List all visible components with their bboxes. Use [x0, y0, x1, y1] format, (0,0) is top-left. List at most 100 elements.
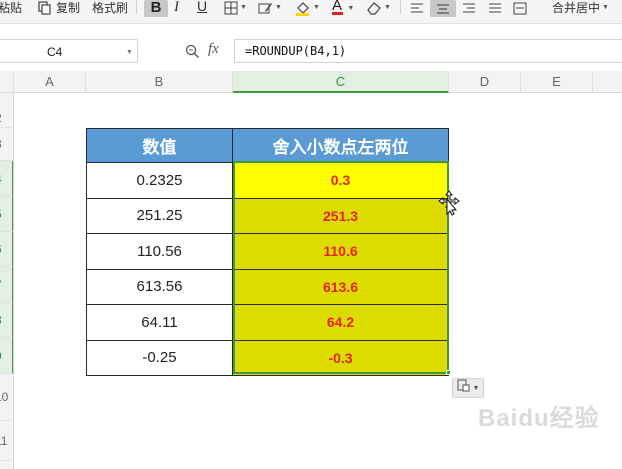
- row-header[interactable]: 10: [0, 374, 13, 421]
- chevron-down-icon: ▼: [313, 4, 320, 11]
- column-header-c[interactable]: C: [233, 71, 449, 93]
- result-cell[interactable]: -0.3: [232, 339, 449, 376]
- column-header-f[interactable]: [593, 71, 622, 93]
- copy-icon: [38, 1, 52, 15]
- result-cell-active[interactable]: 0.3: [232, 162, 449, 199]
- column-header-e[interactable]: E: [521, 71, 593, 93]
- row-header-label: 2: [0, 111, 2, 125]
- row-header[interactable]: 7: [0, 267, 13, 303]
- cell-style-button[interactable]: ▼: [258, 0, 282, 16]
- result-cell[interactable]: 64.2: [232, 304, 449, 341]
- eraser-icon: [366, 1, 382, 15]
- row-header-label: 5: [0, 207, 2, 221]
- header-cell-rounded[interactable]: 舍入小数点左两位: [232, 128, 449, 163]
- chevron-down-icon: ▼: [472, 384, 480, 392]
- paste-label: 粘贴: [0, 1, 23, 15]
- justify-icon: [488, 2, 502, 14]
- zoom-icon[interactable]: [185, 44, 200, 64]
- copy-button[interactable]: 复制: [38, 0, 80, 16]
- align-right-icon: [462, 2, 476, 14]
- row-header-label: 6: [0, 242, 2, 256]
- value-cell[interactable]: 110.56: [86, 233, 233, 270]
- underline-button[interactable]: U: [197, 0, 207, 13]
- row-header[interactable]: 4: [0, 161, 13, 197]
- result-cell[interactable]: 251.3: [232, 197, 449, 234]
- chevron-down-icon: ▼: [384, 4, 391, 11]
- format-painter-button[interactable]: 格式刷: [92, 0, 128, 16]
- table-row: 251.25 251.3: [86, 197, 449, 234]
- data-table: 数值 舍入小数点左两位 0.2325 0.3 251.25 251.3 110.…: [86, 128, 449, 376]
- row-headers: 2 3 4 5 6 7 8 9 10 11: [0, 93, 14, 469]
- table-header-row: 数值 舍入小数点左两位: [86, 128, 449, 163]
- value-cell[interactable]: 64.11: [86, 304, 233, 341]
- format-painter-label: 格式刷: [92, 1, 129, 15]
- paste-button[interactable]: 粘贴: [0, 0, 22, 16]
- paste-options-button[interactable]: ▼: [452, 378, 484, 398]
- row-header[interactable]: 6: [0, 232, 13, 267]
- align-center-button[interactable]: [430, 0, 456, 17]
- column-header-b[interactable]: B: [86, 71, 233, 93]
- row-header-label: 7: [0, 278, 2, 292]
- row-header-label: 10: [0, 390, 9, 404]
- row-header-label: 11: [0, 434, 8, 448]
- align-right-button[interactable]: [462, 0, 476, 16]
- column-header-a[interactable]: A: [14, 71, 86, 93]
- ribbon-divider: [400, 0, 401, 14]
- value-cell[interactable]: -0.25: [86, 339, 233, 376]
- table-row: -0.25 -0.3: [86, 339, 449, 376]
- result-cell[interactable]: 110.6: [232, 233, 449, 270]
- value-cell[interactable]: 0.2325: [86, 162, 233, 199]
- chevron-down-icon: ▼: [347, 5, 355, 12]
- formula-text: =ROUNDUP(B4,1): [245, 44, 347, 58]
- justify-button[interactable]: [488, 0, 502, 16]
- row-header[interactable]: 9: [0, 338, 13, 374]
- formula-input[interactable]: =ROUNDUP(B4,1): [234, 39, 622, 63]
- row-header[interactable]: 5: [0, 197, 13, 232]
- row-header-label: 9: [0, 349, 2, 363]
- table-row: 613.56 613.6: [86, 268, 449, 305]
- name-box[interactable]: C4 ▼: [0, 39, 138, 63]
- table-row: 64.11 64.2: [86, 304, 449, 341]
- result-cell[interactable]: 613.6: [232, 268, 449, 305]
- paint-bucket-icon: [296, 0, 311, 16]
- insert-function-button[interactable]: fx: [208, 41, 219, 58]
- italic-button[interactable]: I: [174, 0, 179, 15]
- clear-button[interactable]: ▼: [366, 0, 391, 16]
- select-all-corner[interactable]: [0, 71, 14, 93]
- chevron-down-icon: ▼: [275, 4, 282, 11]
- watermark-logo: Baidu经验: [478, 405, 600, 432]
- cell-reference: C4: [47, 45, 63, 59]
- row-header[interactable]: 11: [0, 421, 13, 461]
- bold-button[interactable]: B: [144, 0, 168, 17]
- copy-label: 复制: [56, 1, 81, 15]
- row-header-label: 4: [0, 172, 2, 186]
- row-header[interactable]: 3: [0, 128, 13, 161]
- fill-handle[interactable]: [446, 370, 451, 375]
- fill-color-button[interactable]: ▼: [296, 0, 320, 16]
- ribbon-divider: [136, 0, 137, 14]
- value-cell[interactable]: 613.56: [86, 268, 233, 305]
- merge-center-button[interactable]: 合并居中 ▼: [552, 0, 609, 16]
- column-header-d[interactable]: D: [449, 71, 521, 93]
- chevron-down-icon: ▼: [602, 4, 609, 11]
- chevron-down-icon[interactable]: ▼: [126, 49, 133, 56]
- merge-center-label: 合并居中: [552, 1, 601, 15]
- table-row: 110.56 110.6: [86, 233, 449, 270]
- font-color-button[interactable]: A ▼: [332, 0, 354, 16]
- move-cursor-icon: [438, 190, 460, 221]
- align-left-icon: [410, 2, 424, 14]
- ribbon-toolbar: 粘贴 复制 格式刷 B I U ▼ ▼ ▼ A ▼ ▼ 合并居中 ▼: [0, 0, 622, 24]
- value-cell[interactable]: 251.25: [86, 197, 233, 234]
- formula-bar: C4 ▼ fx =ROUNDUP(B4,1): [0, 36, 622, 66]
- row-header[interactable]: 8: [0, 303, 13, 338]
- column-headers: A B C D E: [0, 71, 622, 93]
- header-cell-value[interactable]: 数值: [86, 128, 233, 163]
- row-header-label: 8: [0, 313, 2, 327]
- distributed-align-button[interactable]: [513, 0, 527, 16]
- align-left-button[interactable]: [410, 0, 424, 16]
- border-button[interactable]: ▼: [224, 0, 247, 16]
- row-header[interactable]: 2: [0, 109, 13, 128]
- distributed-align-icon: [513, 2, 527, 15]
- table-row: 0.2325 0.3: [86, 162, 449, 199]
- pen-icon: [258, 1, 273, 15]
